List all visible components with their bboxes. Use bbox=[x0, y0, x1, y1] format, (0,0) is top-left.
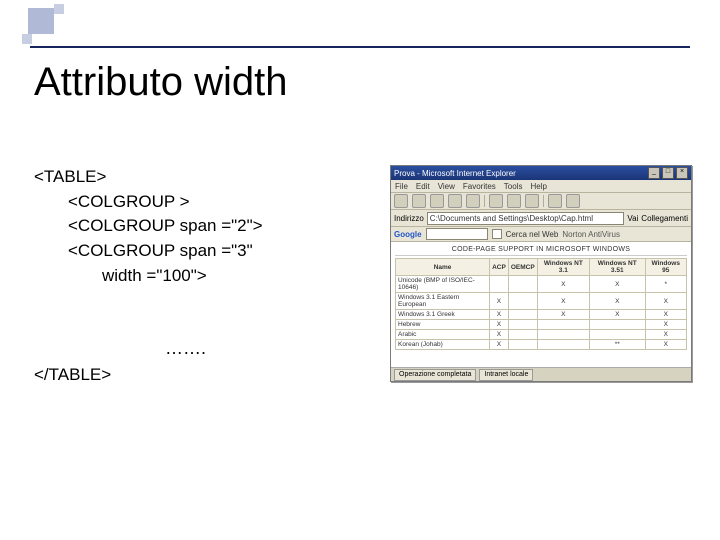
toolbar bbox=[391, 193, 691, 210]
print-button[interactable] bbox=[566, 194, 580, 208]
browser-window: Prova - Microsoft Internet Explorer _ □ … bbox=[390, 165, 692, 382]
code-line: <COLGROUP > bbox=[34, 190, 263, 215]
code-ellipsis: ……. bbox=[165, 338, 206, 359]
google-logo[interactable]: Google bbox=[394, 230, 422, 239]
links-label: Collegamenti bbox=[641, 214, 688, 223]
col-header: OEMCP bbox=[508, 259, 537, 276]
favorites-button[interactable] bbox=[507, 194, 521, 208]
home-button[interactable] bbox=[466, 194, 480, 208]
forward-button[interactable] bbox=[412, 194, 426, 208]
norton-label: Norton AntiVirus bbox=[562, 230, 620, 239]
refresh-button[interactable] bbox=[448, 194, 462, 208]
zone-label: Intranet locale bbox=[479, 369, 533, 381]
window-titlebar: Prova - Microsoft Internet Explorer _ □ … bbox=[391, 166, 691, 180]
status-text: Operazione completata bbox=[394, 369, 476, 381]
table-row: Windows 3.1 GreekXXXX bbox=[396, 310, 687, 320]
history-button[interactable] bbox=[525, 194, 539, 208]
page-heading: CODE-PAGE SUPPORT IN MICROSOFT WINDOWS bbox=[395, 246, 687, 256]
data-table: Name ACP OEMCP Windows NT 3.1 Windows NT… bbox=[395, 258, 687, 350]
menu-item[interactable]: Edit bbox=[416, 182, 430, 191]
stop-button[interactable] bbox=[430, 194, 444, 208]
search-web-label: Cerca nel Web bbox=[506, 230, 559, 239]
code-line: </TABLE> bbox=[34, 365, 111, 385]
code-line: <TABLE> bbox=[34, 165, 263, 190]
code-line: <COLGROUP span ="2"> bbox=[34, 214, 263, 239]
maximize-button[interactable]: □ bbox=[662, 167, 674, 179]
col-header: ACP bbox=[490, 259, 509, 276]
col-header: Windows 95 bbox=[645, 259, 687, 276]
menu-item[interactable]: Favorites bbox=[463, 182, 496, 191]
google-search-input[interactable] bbox=[426, 228, 488, 240]
table-row: Windows 3.1 Eastern EuropeanXXXX bbox=[396, 293, 687, 310]
search-button[interactable] bbox=[489, 194, 503, 208]
address-bar: Indirizzo C:\Documents and Settings\Desk… bbox=[391, 210, 691, 227]
menu-item[interactable]: File bbox=[395, 182, 408, 191]
col-header: Name bbox=[396, 259, 490, 276]
col-header: Windows NT 3.51 bbox=[589, 259, 645, 276]
menu-bar: File Edit View Favorites Tools Help bbox=[391, 180, 691, 193]
table-row: ArabicXX bbox=[396, 330, 687, 340]
menu-item[interactable]: View bbox=[438, 182, 455, 191]
table-header-row: Name ACP OEMCP Windows NT 3.1 Windows NT… bbox=[396, 259, 687, 276]
title-divider bbox=[30, 46, 690, 48]
address-label: Indirizzo bbox=[394, 214, 424, 223]
back-button[interactable] bbox=[394, 194, 408, 208]
search-web-checkbox[interactable] bbox=[492, 229, 502, 239]
code-line: <COLGROUP span ="3" bbox=[34, 239, 263, 264]
window-title: Prova - Microsoft Internet Explorer bbox=[394, 169, 516, 178]
table-row: HebrewXX bbox=[396, 320, 687, 330]
table-row: Unicode (BMP of ISO/IEC-10646)XX* bbox=[396, 276, 687, 293]
address-input[interactable]: C:\Documents and Settings\Desktop\Cap.ht… bbox=[427, 212, 625, 225]
slide-title: Attributo width bbox=[34, 60, 287, 105]
table-row: Korean (Johab)X**X bbox=[396, 340, 687, 350]
menu-item[interactable]: Help bbox=[530, 182, 546, 191]
col-header: Windows NT 3.1 bbox=[537, 259, 589, 276]
close-button[interactable]: × bbox=[676, 167, 688, 179]
status-bar: Operazione completata Intranet locale bbox=[391, 367, 691, 381]
google-toolbar: Google Cerca nel Web Norton AntiVirus bbox=[391, 227, 691, 242]
mail-button[interactable] bbox=[548, 194, 562, 208]
code-line: width ="100"> bbox=[34, 264, 263, 289]
code-block: <TABLE> <COLGROUP > <COLGROUP span ="2">… bbox=[34, 165, 263, 288]
menu-item[interactable]: Tools bbox=[504, 182, 523, 191]
go-button[interactable]: Vai bbox=[627, 214, 638, 223]
minimize-button[interactable]: _ bbox=[648, 167, 660, 179]
page-content: CODE-PAGE SUPPORT IN MICROSOFT WINDOWS N… bbox=[391, 242, 691, 380]
